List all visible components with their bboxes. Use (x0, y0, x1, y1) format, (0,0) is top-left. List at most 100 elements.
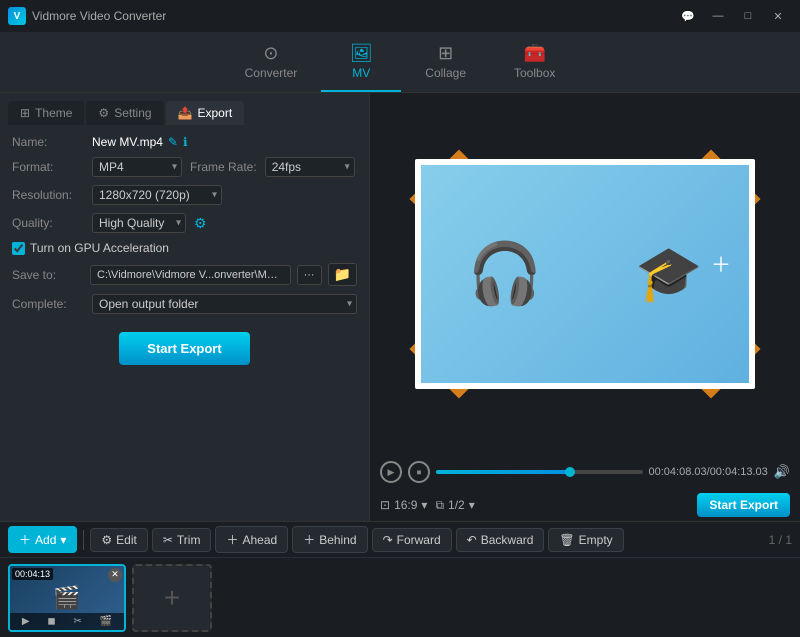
chat-button[interactable]: 💬 (674, 6, 702, 26)
save-label: Save to: (12, 268, 84, 282)
clip-close-button[interactable]: ✕ (108, 568, 122, 582)
titlebar: V Vidmore Video Converter 💬 — □ ✕ (0, 0, 800, 32)
add-clip-button[interactable]: + (132, 564, 212, 632)
mv-icon: 🖼 (350, 44, 373, 62)
app-icon: V (8, 7, 26, 25)
forward-icon: ↷ (383, 533, 393, 547)
forward-button[interactable]: ↷ Forward (372, 528, 452, 552)
clip-count-icon: ⧉ (435, 498, 444, 513)
time-total: 00:04:13.03 (710, 466, 768, 478)
tab-collage[interactable]: ⊞ Collage (401, 38, 490, 92)
setting-icon: ⚙ (98, 106, 109, 120)
clip-controls-bar: ▶ ◼ ✂ 🎬 (10, 613, 124, 630)
aspect-ratio-chevron[interactable]: ▾ (421, 498, 427, 512)
format-select-wrap: MP4 (92, 157, 182, 177)
tab-mv[interactable]: 🖼 MV (321, 38, 401, 92)
converter-icon: ⊙ (263, 44, 278, 62)
save-path: C:\Vidmore\Vidmore V...onverter\MV Expor… (90, 265, 291, 285)
left-panel: ⊞ Theme ⚙ Setting 📤 Export Name: New MV.… (0, 93, 370, 521)
clip-item-1: 🎬 00:04:13 ✕ ▶ ◼ ✂ 🎬 (8, 564, 126, 632)
name-label: Name: (12, 135, 84, 149)
export-form: Name: New MV.mp4 ✎ ℹ Format: MP4 Frame R… (0, 125, 369, 513)
progress-bar[interactable] (436, 470, 643, 474)
sub-tabs: ⊞ Theme ⚙ Setting 📤 Export (0, 93, 369, 125)
backward-icon: ↶ (467, 533, 477, 547)
start-export-small-button[interactable]: Start Export (697, 493, 790, 517)
clip-duration-badge: 00:04:13 (12, 568, 53, 580)
frame-rate-select[interactable]: 24fps (265, 157, 355, 177)
toolbox-icon: 🧰 (523, 44, 545, 62)
complete-select[interactable]: Open output folder (92, 294, 357, 314)
clip-count-chevron[interactable]: ▾ (469, 498, 475, 512)
tab-toolbox-label: Toolbox (514, 66, 555, 80)
tab-converter-label: Converter (245, 66, 298, 80)
empty-button[interactable]: 🗑 Empty (548, 528, 623, 552)
resolution-label: Resolution: (12, 188, 84, 202)
preview-area: 🎧 🎓 ＋ (370, 93, 800, 455)
name-row: Name: New MV.mp4 ✎ ℹ (12, 135, 357, 149)
tab-toolbox[interactable]: 🧰 Toolbox (490, 38, 579, 92)
open-folder-button[interactable]: 📁 (328, 263, 357, 286)
tab-collage-label: Collage (425, 66, 466, 80)
name-text: New MV.mp4 (92, 135, 163, 149)
add-button[interactable]: ＋ Add ▾ (8, 526, 77, 553)
stop-button[interactable]: ⏹ (408, 461, 430, 483)
close-button[interactable]: ✕ (764, 6, 792, 26)
aspect-ratio-icon: ⊡ (380, 498, 390, 512)
sub-tab-theme[interactable]: ⊞ Theme (8, 101, 84, 125)
maximize-button[interactable]: □ (734, 6, 762, 26)
clip-trim-icon[interactable]: ✂ (73, 616, 81, 627)
quality-select[interactable]: High Quality (92, 213, 186, 233)
play-button[interactable]: ▶ (380, 461, 402, 483)
quality-row: Quality: High Quality ⚙ (12, 213, 357, 233)
clip-stop-icon[interactable]: ◼ (47, 616, 55, 627)
trim-label: Trim (177, 533, 201, 547)
theme-icon: ⊞ (20, 106, 30, 120)
add-chevron-icon: ▾ (60, 533, 66, 547)
ahead-button[interactable]: ＋ Ahead (215, 526, 288, 553)
tab-mv-label: MV (352, 66, 370, 80)
aspect-ratio-value: 16:9 (394, 498, 417, 512)
quality-gear-button[interactable]: ⚙ (194, 215, 207, 232)
titlebar-controls: 💬 — □ ✕ (674, 6, 792, 26)
player-bottom-bar: ⊡ 16:9 ▾ ⧉ 1/2 ▾ Start Export (370, 489, 800, 521)
clip-effect-icon[interactable]: 🎬 (100, 616, 112, 627)
browse-dots-button[interactable]: ··· (297, 265, 322, 285)
complete-select-wrap: Open output folder (92, 294, 357, 314)
aspect-ratio-wrap: ⊡ 16:9 ▾ (380, 498, 427, 512)
sub-tab-setting[interactable]: ⚙ Setting (86, 101, 163, 125)
minimize-button[interactable]: — (704, 6, 732, 26)
time-current: 00:04:08.03 (649, 466, 707, 478)
sub-tab-export-label: Export (198, 106, 233, 120)
player-controls: ▶ ⏹ 00:04:08.03/00:04:13.03 🔊 (370, 455, 800, 489)
name-info-icon[interactable]: ℹ (183, 135, 188, 149)
tab-converter[interactable]: ⊙ Converter (221, 38, 322, 92)
resolution-select[interactable]: 1280x720 (720p) (92, 185, 222, 205)
resolution-row: Resolution: 1280x720 (720p) (12, 185, 357, 205)
volume-icon[interactable]: 🔊 (774, 464, 790, 480)
plus-icon: ＋ (711, 249, 731, 278)
edit-button[interactable]: ⚙ Edit (90, 528, 147, 552)
clip-play-icon[interactable]: ▶ (22, 616, 30, 627)
empty-icon: 🗑 (559, 533, 574, 547)
name-edit-icon[interactable]: ✎ (168, 135, 178, 149)
format-row: Format: MP4 Frame Rate: 24fps (12, 157, 357, 177)
sub-tab-export[interactable]: 📤 Export (166, 101, 245, 125)
collage-icon: ⊞ (438, 44, 453, 62)
start-export-button[interactable]: Start Export (119, 332, 249, 365)
behind-button[interactable]: ＋ Behind (292, 526, 367, 553)
complete-label: Complete: (12, 297, 84, 311)
clip-count-wrap: ⧉ 1/2 ▾ (435, 498, 474, 513)
preview-inner: 🎧 🎓 ＋ (415, 159, 755, 389)
trim-button[interactable]: ✂ Trim (152, 528, 212, 552)
resolution-select-wrap: 1280x720 (720p) (92, 185, 222, 205)
gpu-checkbox[interactable] (12, 242, 25, 255)
graduation-hat-icon: 🎓 (635, 247, 702, 301)
quality-label: Quality: (12, 216, 84, 230)
backward-button[interactable]: ↶ Backward (456, 528, 545, 552)
behind-icon: ＋ (303, 531, 315, 548)
format-select[interactable]: MP4 (92, 157, 182, 177)
toolbar-separator-1 (83, 530, 84, 550)
preview-frame: 🎧 🎓 ＋ (415, 159, 755, 389)
complete-row: Complete: Open output folder (12, 294, 357, 314)
